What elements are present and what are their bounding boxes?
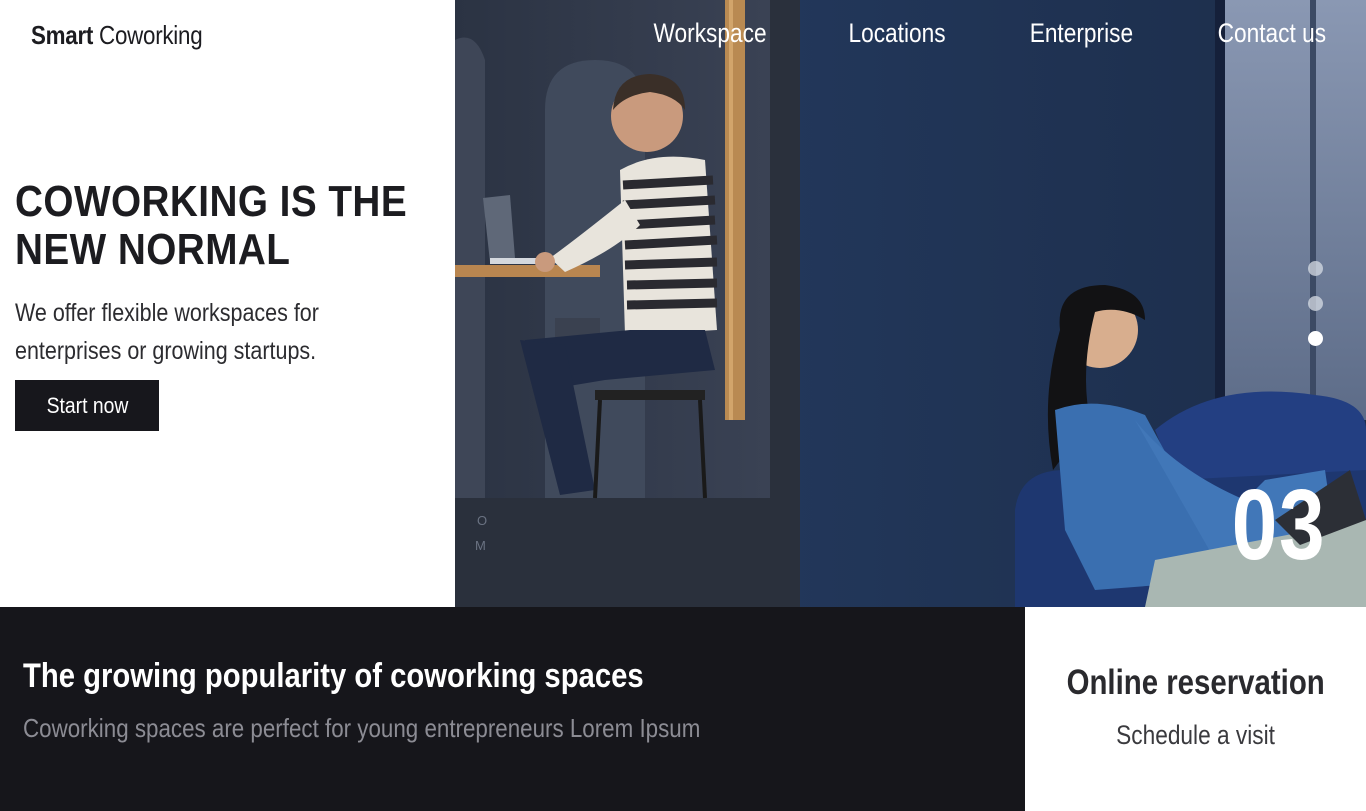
- slider-dots: [1308, 261, 1323, 346]
- nav-item-contact-us[interactable]: Contact us: [1218, 18, 1326, 49]
- hero-image: O M: [455, 0, 1366, 607]
- slide-counter: 03: [1231, 469, 1326, 581]
- brand-logo[interactable]: Smart Coworking: [31, 20, 203, 51]
- nav-item-locations[interactable]: Locations: [849, 18, 946, 49]
- start-now-button[interactable]: Start now: [15, 380, 159, 431]
- main-nav: Workspace Locations Enterprise Contact u…: [632, 18, 1326, 49]
- slider-dot-2[interactable]: [1308, 296, 1323, 311]
- feature-subtitle: Coworking spaces are perfect for young e…: [23, 713, 701, 743]
- brand-name-light: Coworking: [99, 20, 203, 50]
- start-now-label: Start now: [46, 392, 128, 418]
- reservation-title: Online reservation: [1025, 663, 1366, 703]
- svg-text:M: M: [475, 538, 486, 553]
- feature-title: The growing popularity of coworking spac…: [23, 657, 644, 695]
- nav-item-enterprise[interactable]: Enterprise: [1030, 18, 1133, 49]
- feature-section: The growing popularity of coworking spac…: [0, 607, 1025, 811]
- svg-text:O: O: [477, 513, 487, 528]
- nav-item-workspace[interactable]: Workspace: [653, 18, 766, 49]
- reservation-card: Online reservation Schedule a visit: [1025, 607, 1366, 811]
- slider-dot-3[interactable]: [1308, 331, 1323, 346]
- hero-content: COWORKING IS THE NEW NORMAL We offer fle…: [15, 178, 445, 370]
- slider-dot-1[interactable]: [1308, 261, 1323, 276]
- hero-description: We offer flexible workspaces for enterpr…: [15, 299, 319, 365]
- reservation-title-text: Online reservation: [1066, 663, 1325, 702]
- brand-name-bold: Smart: [31, 20, 94, 50]
- schedule-visit-label: Schedule a visit: [1116, 720, 1275, 750]
- schedule-visit-link[interactable]: Schedule a visit: [1025, 720, 1366, 751]
- hero-title: COWORKING IS THE NEW NORMAL: [15, 177, 408, 274]
